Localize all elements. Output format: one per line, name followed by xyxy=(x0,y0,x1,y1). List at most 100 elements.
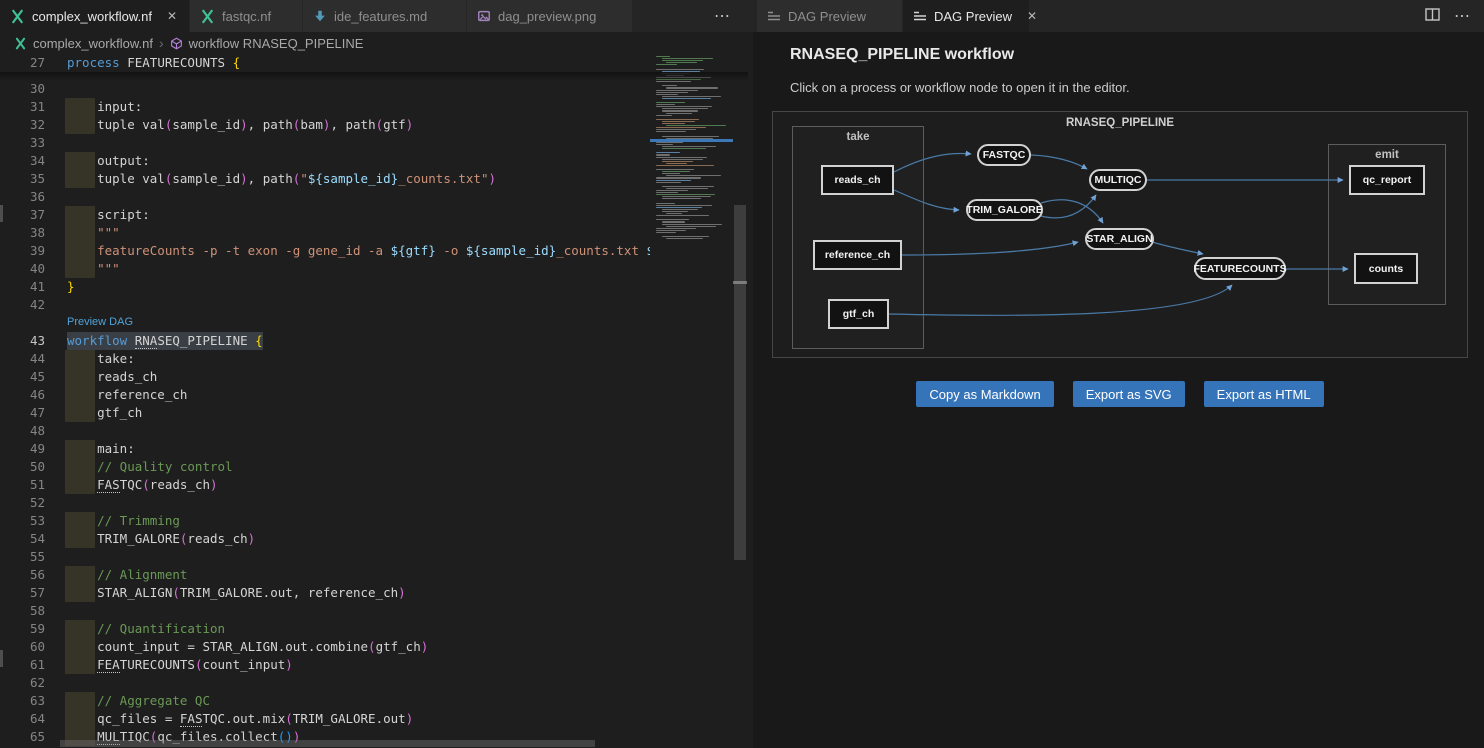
tab-overflow-icon[interactable]: ⋯ xyxy=(714,6,731,26)
token: gtf xyxy=(383,117,406,132)
minimap-line xyxy=(656,232,676,233)
preview-icon xyxy=(767,10,781,23)
code-line[interactable]: input: xyxy=(67,98,142,116)
token: ${gtf} xyxy=(391,243,436,258)
dag-node-fastqc[interactable]: FASTQC xyxy=(977,144,1031,166)
code-line[interactable]: count_input = STAR_ALIGN.out.combine(gtf… xyxy=(67,638,428,656)
token: tuple val xyxy=(67,171,165,186)
code-line[interactable]: main: xyxy=(67,440,135,458)
dag-node-multiqc[interactable]: MULTIQC xyxy=(1089,169,1147,191)
minimap-line xyxy=(656,127,706,128)
dag-node-label: FEATURECOUNTS xyxy=(1193,263,1286,275)
more-actions-icon[interactable]: ⋯ xyxy=(1454,6,1470,26)
dag-node-reads-ch[interactable]: reads_ch xyxy=(821,165,894,195)
code-row: 42 xyxy=(0,296,650,314)
minimap-line xyxy=(662,110,698,111)
code-line[interactable]: workflow RNASEQ_PIPELINE { xyxy=(67,332,263,350)
code-line[interactable]: featureCounts -p -t exon -g gene_id -a $… xyxy=(67,242,650,260)
tab-dag-preview-inactive[interactable]: DAG Preview xyxy=(757,0,903,32)
breadcrumb-symbol[interactable]: workflow RNASEQ_PIPELINE xyxy=(189,36,364,51)
code-line[interactable]: reference_ch xyxy=(67,386,187,404)
code-line[interactable]: qc_files = FASTQC.out.mix(TRIM_GALORE.ou… xyxy=(67,710,413,728)
export-as-svg-button[interactable]: Export as SVG xyxy=(1073,381,1185,407)
minimap-line xyxy=(666,188,708,189)
minimap-line xyxy=(662,209,698,210)
code-line[interactable]: tuple val(sample_id), path(bam), path(gt… xyxy=(67,116,413,134)
code-row: 37 script: xyxy=(0,206,650,224)
gutter-decoration xyxy=(0,205,3,222)
dag-node-trim-galore[interactable]: TRIM_GALORE xyxy=(966,199,1043,221)
split-editor-icon[interactable] xyxy=(1425,8,1440,24)
close-icon[interactable]: ✕ xyxy=(167,9,177,23)
code-line[interactable]: tuple val(sample_id), path("${sample_id}… xyxy=(67,170,496,188)
export-as-html-button[interactable]: Export as HTML xyxy=(1204,381,1324,407)
token: ) xyxy=(248,531,256,546)
minimap-line xyxy=(656,157,707,158)
dag-node-qc-report[interactable]: qc_report xyxy=(1349,165,1425,195)
code-line[interactable]: """ xyxy=(67,260,120,278)
code-line[interactable]: reads_ch xyxy=(67,368,157,386)
tab-complex-workflow-nf[interactable]: complex_workflow.nf ✕ xyxy=(0,0,190,32)
horizontal-scrollbar[interactable] xyxy=(60,740,595,747)
code-line[interactable]: take: xyxy=(67,350,135,368)
code-line[interactable]: """ xyxy=(67,224,120,242)
scrollbar-thumb[interactable] xyxy=(734,205,746,560)
codelens-preview-dag-link[interactable]: Preview DAG xyxy=(67,315,133,330)
export-buttons-row: Copy as Markdown Export as SVG Export as… xyxy=(772,381,1468,407)
minimap-line xyxy=(656,144,673,145)
minimap[interactable] xyxy=(650,54,733,748)
code-row: 51 FASTQC(reads_ch) xyxy=(0,476,650,494)
code-line[interactable]: // Quantification xyxy=(67,620,225,638)
minimap-line xyxy=(656,104,675,105)
code-line[interactable]: gtf_ch xyxy=(67,404,142,422)
code-line[interactable]: } xyxy=(67,278,75,296)
dag-node-label: reference_ch xyxy=(825,249,890,261)
dag-node-reference-ch[interactable]: reference_ch xyxy=(813,240,902,270)
copy-as-markdown-button[interactable]: Copy as Markdown xyxy=(916,381,1053,407)
token: { xyxy=(233,55,241,70)
minimap-line xyxy=(656,102,685,103)
vertical-scrollbar[interactable] xyxy=(733,54,747,748)
tab-dag-preview-active[interactable]: DAG Preview ✕ xyxy=(903,0,1030,32)
tab-label: complex_workflow.nf xyxy=(32,9,152,24)
code-line[interactable]: output: xyxy=(67,152,150,170)
code-line[interactable]: script: xyxy=(67,206,150,224)
minimap-line xyxy=(656,165,714,166)
token: _counts.txt" xyxy=(398,171,488,186)
code-row: 52 xyxy=(0,494,650,512)
dag-node-gtf-ch[interactable]: gtf_ch xyxy=(828,299,889,329)
code-line[interactable]: // Trimming xyxy=(67,512,180,530)
tab-ide-features-md[interactable]: ide_features.md xyxy=(303,0,467,32)
minimap-line xyxy=(656,169,694,170)
code-row: 30 xyxy=(0,80,650,98)
code-line[interactable]: STAR_ALIGN(TRIM_GALORE.out, reference_ch… xyxy=(67,584,406,602)
code-row: 57 STAR_ALIGN(TRIM_GALORE.out, reference… xyxy=(0,584,650,602)
code-line[interactable]: TRIM_GALORE(reads_ch) xyxy=(67,530,255,548)
minimap-line xyxy=(662,236,709,237)
dag-node-featurecounts[interactable]: FEATURECOUNTS xyxy=(1194,257,1286,280)
close-icon[interactable]: ✕ xyxy=(1027,9,1037,23)
line-number: 38 xyxy=(0,224,45,242)
token: FEATURECOUNTS xyxy=(120,55,233,70)
dag-node-counts[interactable]: counts xyxy=(1354,253,1418,284)
sticky-scroll-line[interactable]: 27 process FEATURECOUNTS { xyxy=(0,54,650,72)
line-number: 55 xyxy=(0,548,45,566)
code-row: 43workflow RNASEQ_PIPELINE { xyxy=(0,332,650,350)
code-line[interactable]: // Alignment xyxy=(67,566,187,584)
tab-dag-preview-png[interactable]: dag_preview.png xyxy=(467,0,633,32)
code-line[interactable]: FASTQC(reads_ch) xyxy=(67,476,218,494)
line-number: 45 xyxy=(0,368,45,386)
line-number: 65 xyxy=(0,728,45,746)
breadcrumb-file[interactable]: complex_workflow.nf xyxy=(33,36,153,51)
line-number: 56 xyxy=(0,566,45,584)
code-line[interactable]: FEATURECOUNTS(count_input) xyxy=(67,656,293,674)
code-editor[interactable]: 27 process FEATURECOUNTS { 3031 input:32… xyxy=(0,54,753,748)
token: _counts.txt xyxy=(556,243,646,258)
tab-fastqc-nf[interactable]: fastqc.nf xyxy=(190,0,303,32)
tab-label: ide_features.md xyxy=(334,9,427,24)
code-line[interactable]: // Quality control xyxy=(67,458,233,476)
dag-node-star-align[interactable]: STAR_ALIGN xyxy=(1085,228,1154,250)
dag-node-label: MULTIQC xyxy=(1094,174,1141,186)
code-line[interactable]: // Aggregate QC xyxy=(67,692,210,710)
minimap-line xyxy=(666,163,687,164)
